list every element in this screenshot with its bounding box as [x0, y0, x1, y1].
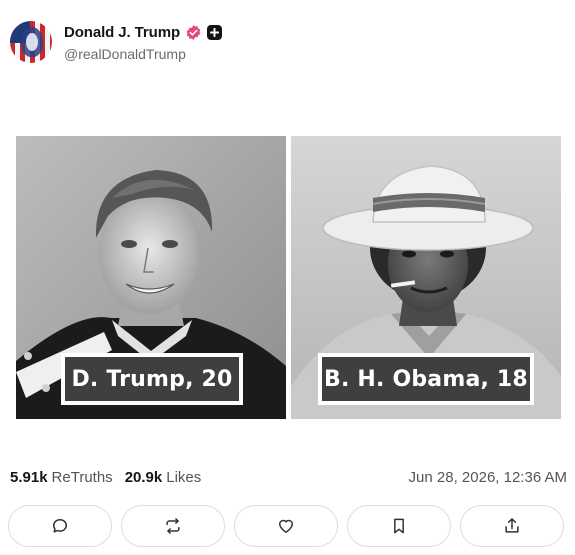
retruths-label[interactable]: ReTruths — [52, 469, 113, 486]
comment-icon — [53, 519, 67, 533]
heart-icon — [279, 519, 293, 533]
caption-left: D. Trump, 20 — [61, 353, 243, 405]
reply-button[interactable] — [8, 505, 112, 547]
author-display-name[interactable]: Donald J. Trump — [64, 24, 180, 41]
author-handle[interactable]: @realDonaldTrump — [64, 46, 222, 62]
bookmark-icon — [394, 518, 404, 534]
plus-badge-icon — [207, 25, 223, 40]
verified-badge-icon — [186, 25, 201, 40]
retruth-button[interactable] — [121, 505, 225, 547]
repost-icon — [166, 518, 180, 534]
post-media[interactable]: D. Trump, 20 B. H. Obama, 18 — [16, 136, 561, 419]
caption-right: B. H. Obama, 18 — [318, 353, 534, 405]
likes-count[interactable]: 20.9k — [125, 469, 163, 486]
bookmark-button[interactable] — [347, 505, 451, 547]
author-identity: Donald J. Trump @realDonaldTrump — [64, 23, 223, 62]
post-timestamp[interactable]: Jun 28, 2026, 12:36 AM — [409, 469, 567, 486]
author-avatar[interactable] — [10, 21, 52, 63]
share-button[interactable] — [460, 505, 564, 547]
post-actions — [8, 505, 568, 547]
like-button[interactable] — [234, 505, 338, 547]
likes-label[interactable]: Likes — [166, 469, 201, 486]
share-icon — [505, 518, 519, 533]
post-header: Donald J. Trump @realDonaldTrump — [10, 18, 223, 66]
retruths-count[interactable]: 5.91k — [10, 469, 48, 486]
post-stats: 5.91k ReTruths 20.9k Likes — [10, 469, 201, 486]
photo-left[interactable]: D. Trump, 20 — [16, 136, 286, 419]
photo-right[interactable]: B. H. Obama, 18 — [291, 136, 561, 419]
